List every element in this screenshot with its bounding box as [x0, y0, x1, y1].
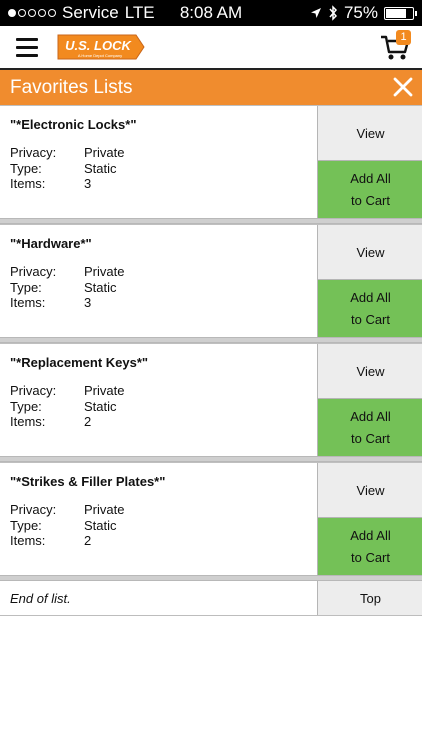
add-all-to-cart-button[interactable]: Add All to Cart: [318, 399, 422, 456]
add-all-label-line1: Add All: [350, 289, 391, 305]
add-all-to-cart-button[interactable]: Add All to Cart: [318, 161, 422, 218]
items-value: 2: [84, 414, 92, 429]
type-label: Type:: [10, 517, 42, 533]
end-of-list-text: End of list.: [10, 591, 71, 606]
menu-icon[interactable]: [16, 38, 38, 57]
items-label: Items:: [10, 176, 46, 191]
type-label: Type:: [10, 398, 42, 414]
list-meta: Privacy: Private Type: Static Items: 3: [10, 264, 124, 311]
type-value: Static: [84, 160, 117, 176]
privacy-label: Privacy:: [10, 264, 57, 279]
app-header: U.S. LOCK A Home Depot Company: [0, 26, 422, 69]
location-arrow-icon: [310, 8, 321, 18]
privacy-label: Privacy:: [10, 145, 57, 160]
list-name: "*Hardware*": [10, 236, 92, 251]
type-label: Type:: [10, 279, 42, 295]
privacy-value: Private: [84, 502, 125, 517]
add-all-label-line1: Add All: [350, 527, 391, 543]
privacy-value: Private: [84, 264, 125, 279]
items-value: 2: [84, 533, 92, 548]
view-button[interactable]: View: [318, 106, 422, 161]
type-value: Static: [84, 398, 117, 414]
list-actions: View Add All to Cart: [317, 106, 422, 218]
privacy-value: Private: [84, 145, 125, 160]
privacy-label: Privacy:: [10, 502, 57, 517]
items-label: Items:: [10, 414, 46, 429]
list-actions: View Add All to Cart: [317, 344, 422, 456]
items-label: Items:: [10, 295, 46, 310]
list-name: "*Replacement Keys*": [10, 355, 149, 370]
list-meta: Privacy: Private Type: Static Items: 3: [10, 145, 124, 192]
list-item: "*Hardware*" Privacy: Private Type: Static…: [0, 224, 422, 337]
items-label: Items:: [10, 533, 46, 548]
list-item: "*Strikes & Filler Plates*" Privacy: Priv…: [0, 462, 422, 575]
add-all-label-line2: to Cart: [350, 311, 390, 327]
list-item: "*Electronic Locks*" Privacy: Private Typ…: [0, 105, 422, 218]
cart-count-badge: 1: [396, 30, 411, 45]
add-all-label-line2: to Cart: [350, 430, 390, 446]
list-footer: End of list. Top: [0, 581, 422, 616]
type-value: Static: [84, 517, 117, 533]
list-meta: Privacy: Private Type: Static Items: 2: [10, 502, 124, 549]
list-name: "*Electronic Locks*": [10, 117, 137, 132]
items-value: 3: [84, 295, 92, 310]
add-all-label-line2: to Cart: [350, 549, 390, 565]
view-button[interactable]: View: [318, 463, 422, 518]
add-all-label-line1: Add All: [350, 408, 391, 424]
page-title: Favorites Lists: [10, 77, 133, 98]
list-meta: Privacy: Private Type: Static Items: 2: [10, 383, 124, 430]
close-icon[interactable]: [392, 76, 414, 98]
privacy-label: Privacy:: [10, 383, 57, 398]
svg-text:U.S. LOCK: U.S. LOCK: [65, 38, 132, 53]
add-all-to-cart-button[interactable]: Add All to Cart: [318, 280, 422, 337]
battery-icon: [384, 6, 417, 20]
svg-text:A Home Depot Company: A Home Depot Company: [78, 53, 122, 58]
type-value: Static: [84, 279, 117, 295]
items-value: 3: [84, 176, 92, 191]
add-all-label-line1: Add All: [350, 170, 391, 186]
scroll-top-button[interactable]: Top: [317, 581, 422, 615]
favorites-list: "*Electronic Locks*" Privacy: Private Typ…: [0, 105, 422, 616]
us-lock-logo[interactable]: U.S. LOCK A Home Depot Company: [54, 33, 146, 66]
add-all-to-cart-button[interactable]: Add All to Cart: [318, 518, 422, 575]
list-actions: View Add All to Cart: [317, 463, 422, 575]
list-actions: View Add All to Cart: [317, 225, 422, 337]
view-button[interactable]: View: [318, 225, 422, 280]
status-bar: Service LTE 8:08 AM 75%: [0, 0, 422, 26]
list-name: "*Strikes & Filler Plates*": [10, 474, 166, 489]
bluetooth-icon: [329, 5, 337, 21]
favorites-title-bar: Favorites Lists: [0, 70, 422, 105]
type-label: Type:: [10, 160, 42, 176]
list-item: "*Replacement Keys*" Privacy: Private Typ…: [0, 343, 422, 456]
view-button[interactable]: View: [318, 344, 422, 399]
status-icons: 75%: [310, 3, 417, 23]
privacy-value: Private: [84, 383, 125, 398]
battery-percent: 75%: [343, 3, 378, 22]
add-all-label-line2: to Cart: [350, 192, 390, 208]
